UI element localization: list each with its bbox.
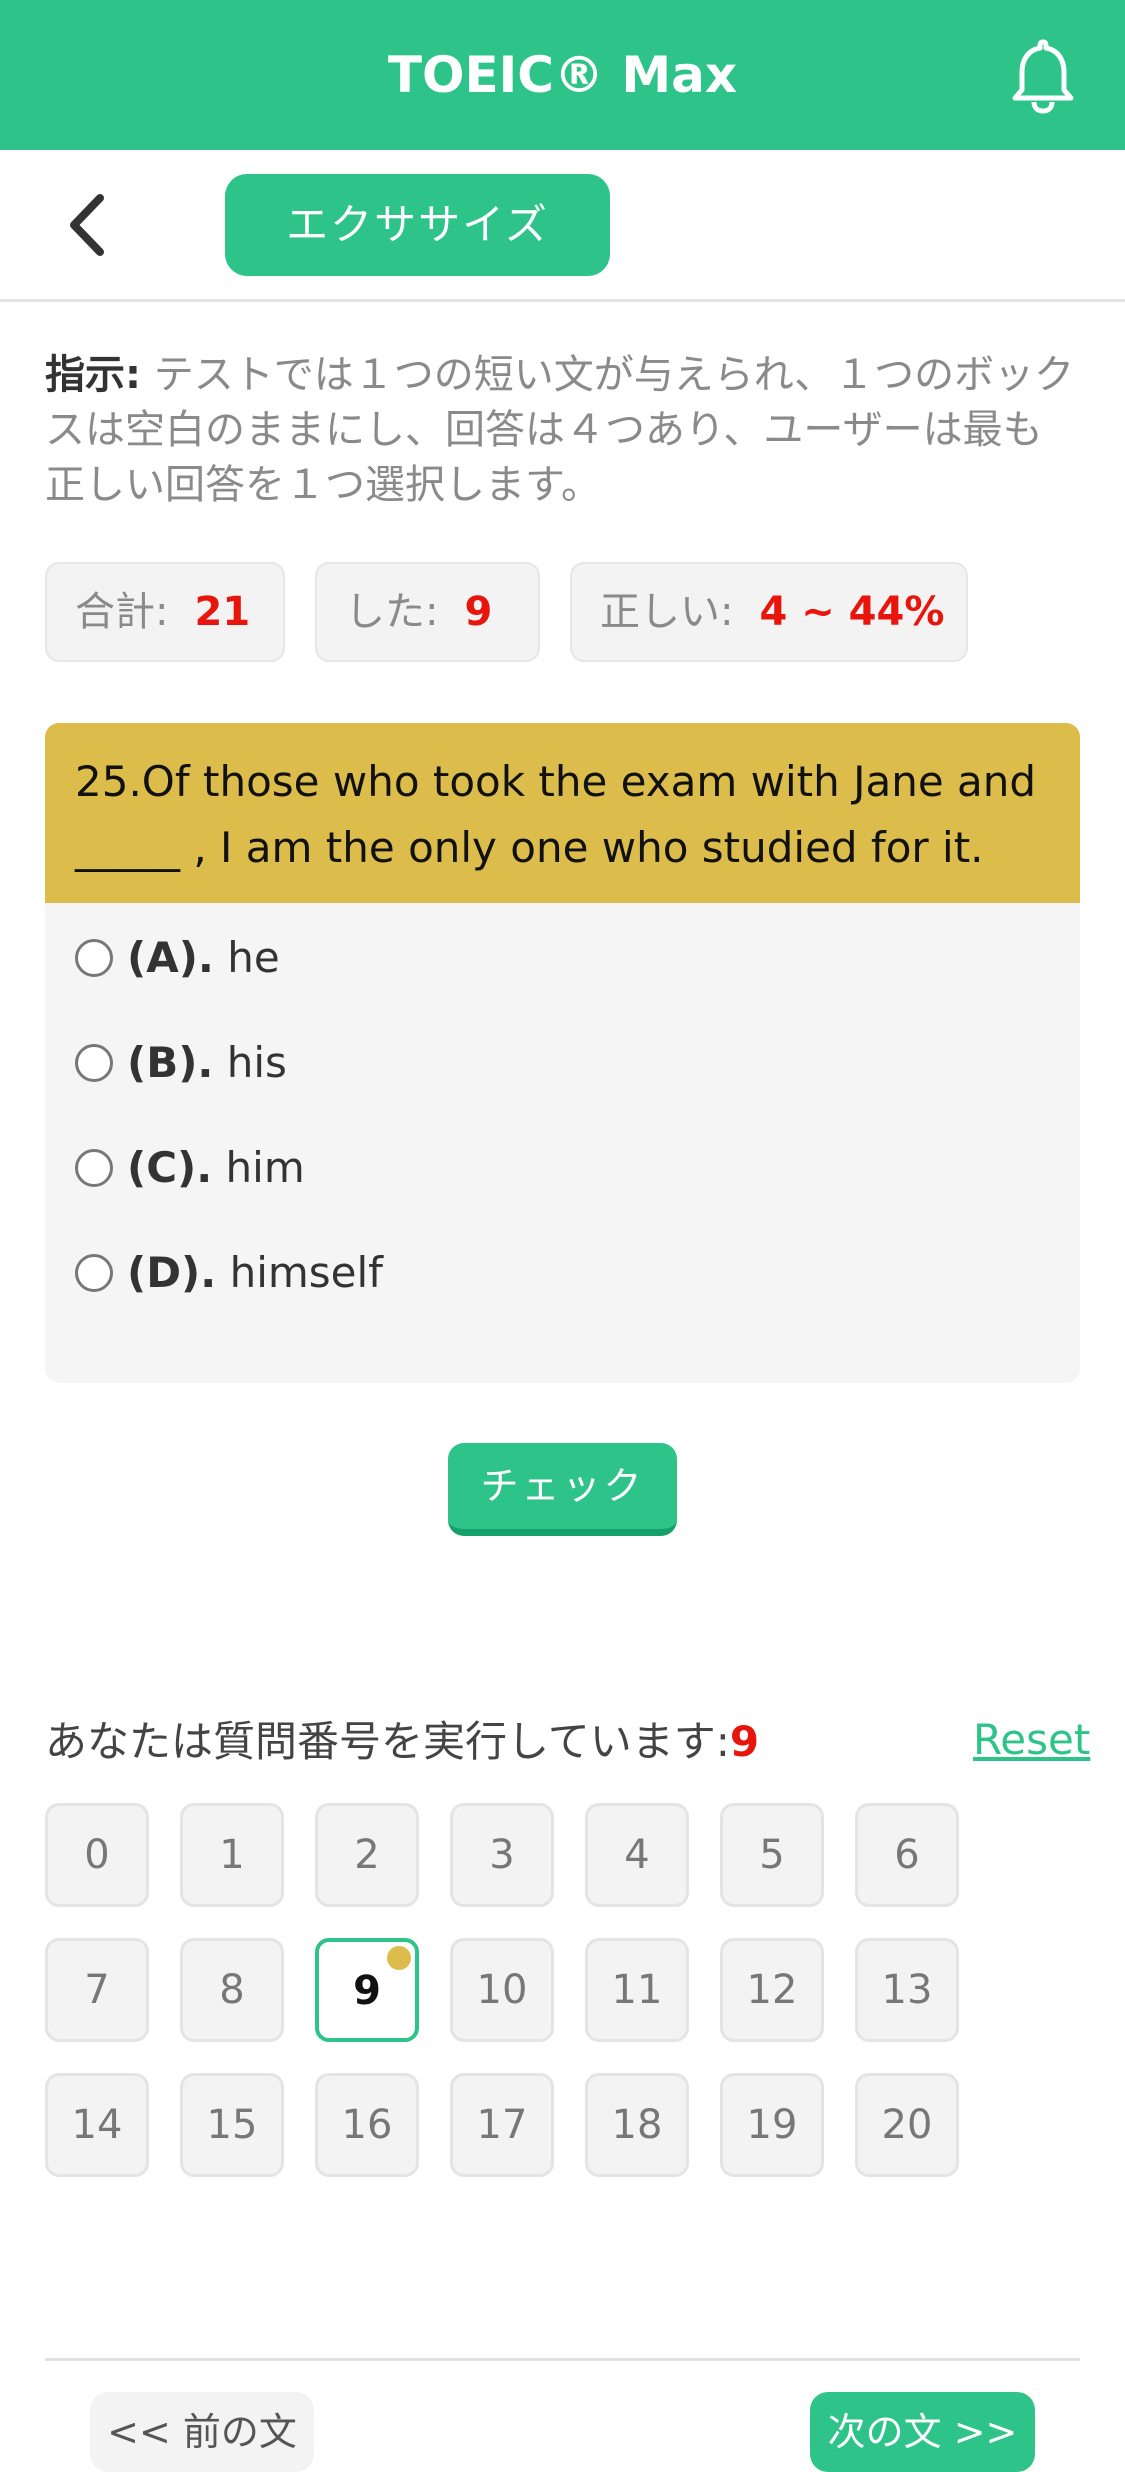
option-c[interactable]: (C). him (75, 1133, 1055, 1203)
option-text: him (225, 1143, 305, 1192)
question-number-button[interactable]: 1 (180, 1803, 284, 1907)
question-number-button[interactable]: 14 (45, 2073, 149, 2177)
chevron-left-icon[interactable] (60, 190, 120, 260)
stat-done-value: 9 (464, 589, 493, 635)
option-key: (D). (127, 1248, 217, 1297)
stat-total: 合計: 21 (45, 562, 285, 662)
running-label: あなたは質問番号を実行しています: (45, 1717, 730, 1766)
question-card: 25.Of those who took the exam with Jane … (45, 723, 1080, 1383)
question-number-button[interactable]: 7 (45, 1938, 149, 2042)
current-indicator-dot (387, 1946, 411, 1970)
instructions-text: テストでは１つの短い文が与えられ、１つのボックスは空白のままにし、回答は４つあり… (45, 352, 1075, 508)
question-number-button[interactable]: 16 (315, 2073, 419, 2177)
question-number-button[interactable]: 13 (855, 1938, 959, 2042)
question-text: 25.Of those who took the exam with Jane … (45, 723, 1080, 903)
option-key: (C). (127, 1143, 213, 1192)
option-b[interactable]: (B). his (75, 1028, 1055, 1098)
question-number-button[interactable]: 10 (450, 1938, 554, 2042)
sub-header: エクササイズ (0, 150, 1125, 302)
question-number-button[interactable]: 2 (315, 1803, 419, 1907)
instructions: 指示: テストでは１つの短い文が与えられ、１つのボックスは空白のままにし、回答は… (45, 348, 1080, 513)
question-number-button[interactable]: 0 (45, 1803, 149, 1907)
reset-link[interactable]: Reset (973, 1710, 1090, 1770)
prev-sentence-button[interactable]: << 前の文 (90, 2392, 314, 2472)
stat-correct-value: 4 ~ 44% (759, 589, 945, 635)
question-number-button[interactable]: 6 (855, 1803, 959, 1907)
option-text: his (226, 1038, 287, 1087)
question-number-button-current[interactable]: 9 (315, 1938, 419, 2042)
radio-button[interactable] (75, 1253, 113, 1292)
check-button[interactable]: チェック (448, 1443, 677, 1536)
running-question-label: あなたは質問番号を実行しています:9 (45, 1712, 759, 1772)
stat-correct-label: 正しい: (600, 589, 734, 635)
question-number-button[interactable]: 11 (585, 1938, 689, 2042)
instructions-label: 指示: (45, 352, 141, 398)
top-app-bar: TOEIC® Max (0, 0, 1125, 150)
bell-icon[interactable] (1010, 38, 1076, 114)
question-number-button[interactable]: 17 (450, 2073, 554, 2177)
question-number-button[interactable]: 18 (585, 2073, 689, 2177)
stat-total-value: 21 (194, 589, 251, 635)
option-text: himself (229, 1248, 383, 1297)
option-a[interactable]: (A). he (75, 923, 1055, 993)
stat-done: した: 9 (315, 562, 540, 662)
question-number-button[interactable]: 19 (720, 2073, 824, 2177)
current-question-number: 9 (729, 1717, 760, 1766)
stat-done-label: した: (345, 589, 439, 635)
option-key: (A). (127, 933, 214, 982)
stat-total-label: 合計: (75, 589, 169, 635)
question-number-label: 9 (353, 1968, 381, 2014)
question-number-button[interactable]: 12 (720, 1938, 824, 2042)
question-number-button[interactable]: 15 (180, 2073, 284, 2177)
radio-button[interactable] (75, 1148, 113, 1187)
app-title: TOEIC® Max (387, 46, 738, 104)
option-key: (B). (127, 1038, 214, 1087)
question-number-button[interactable]: 20 (855, 2073, 959, 2177)
radio-button[interactable] (75, 938, 113, 977)
stat-correct: 正しい: 4 ~ 44% (570, 562, 968, 662)
question-number-button[interactable]: 3 (450, 1803, 554, 1907)
question-number-button[interactable]: 4 (585, 1803, 689, 1907)
question-number-button[interactable]: 8 (180, 1938, 284, 2042)
question-number-button[interactable]: 5 (720, 1803, 824, 1907)
divider (45, 2358, 1080, 2361)
option-text: he (227, 933, 280, 982)
radio-button[interactable] (75, 1043, 113, 1082)
tab-exercise[interactable]: エクササイズ (225, 174, 610, 276)
option-d[interactable]: (D). himself (75, 1238, 1055, 1308)
next-sentence-button[interactable]: 次の文 >> (810, 2392, 1035, 2472)
